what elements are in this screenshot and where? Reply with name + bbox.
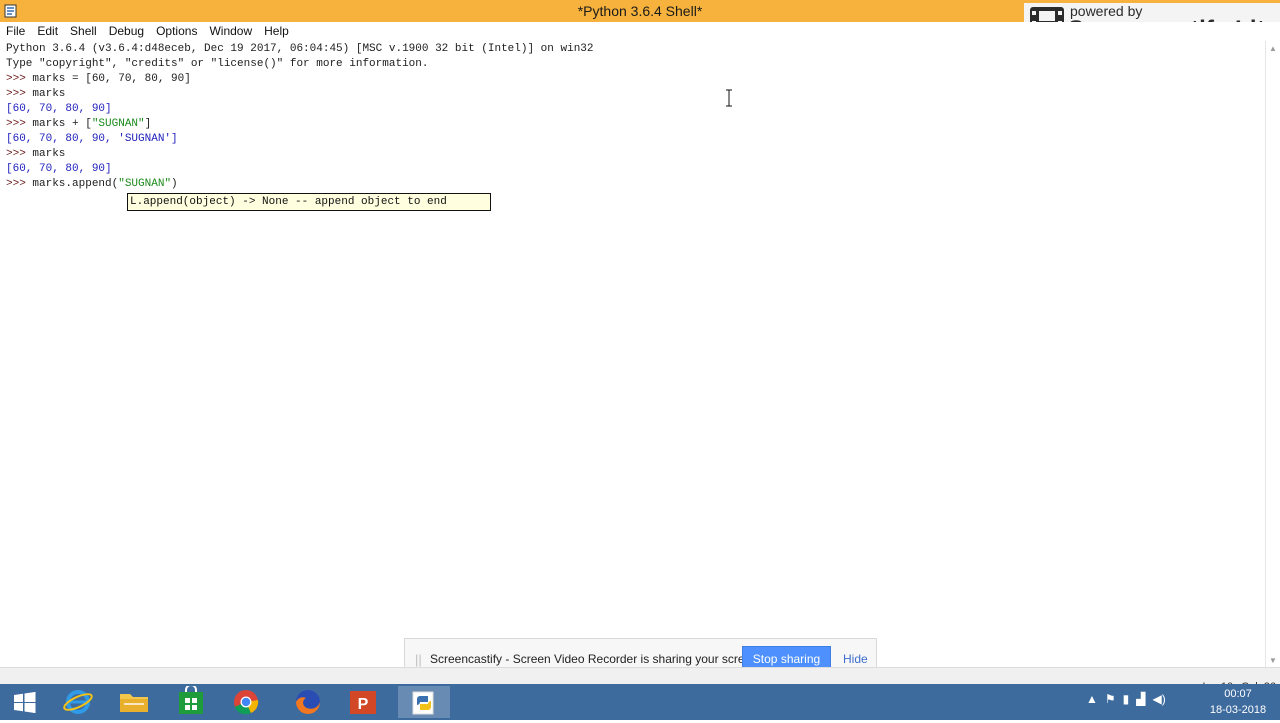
python-icon: [412, 691, 434, 715]
shell-prompt: >>>: [6, 118, 33, 130]
shell-text: ): [171, 178, 178, 190]
shell-line: Type "copyright", "credits" or "license(…: [6, 57, 428, 72]
windows-logo-icon: [14, 691, 36, 714]
firefox-icon: [296, 690, 320, 714]
taskbar-firefox[interactable]: [282, 686, 334, 718]
system-tray: ▲ ⚑ ▮ ▟ ◀): [1086, 692, 1166, 712]
shell-line: Python 3.6.4 (v3.6.4:d48eceb, Dec 19 201…: [6, 42, 594, 57]
scroll-down-icon[interactable]: ▼: [1269, 656, 1277, 665]
menu-options[interactable]: Options: [150, 22, 203, 41]
shell-text: Type "copyright", "credits" or "license(…: [6, 58, 429, 70]
menu-bar: File Edit Shell Debug Options Window Hel…: [0, 22, 1280, 41]
shell-prompt: >>>: [6, 73, 33, 85]
shell-text: "SUGNAN": [91, 118, 145, 130]
internet-explorer-icon: [63, 690, 93, 714]
shell-line: [60, 70, 80, 90]: [6, 162, 112, 177]
clock-time: 00:07: [1224, 688, 1252, 700]
shell-text: marks = [60, 70, 80, 90]: [32, 73, 191, 85]
shell-line: >>> marks: [6, 87, 65, 102]
shell-text: [60, 70, 80, 90]: [6, 103, 112, 115]
flag-icon[interactable]: ⚑: [1105, 692, 1116, 712]
shell-prompt: >>>: [6, 88, 33, 100]
taskbar-powerpoint[interactable]: P: [338, 686, 390, 718]
menu-file[interactable]: File: [0, 22, 31, 41]
shell-line: >>> marks.append("SUGNAN"): [6, 177, 178, 192]
powerpoint-icon: P: [350, 691, 376, 714]
shell-line: [60, 70, 80, 90, 'SUGNAN']: [6, 132, 178, 147]
shell-line: >>> marks: [6, 147, 65, 162]
shell-line: >>> marks + ["SUGNAN"]: [6, 117, 151, 132]
shell-text-area[interactable]: >>> marks.append("SUGNAN") [60, 70, 80, 9…: [0, 41, 1265, 667]
shell-prompt: >>>: [6, 178, 33, 190]
menu-edit[interactable]: Edit: [31, 22, 64, 41]
start-button[interactable]: [0, 686, 52, 718]
sharing-message: Screencastify - Screen Video Recorder is…: [430, 652, 762, 666]
taskbar-internet-explorer[interactable]: [52, 686, 104, 718]
store-icon: [179, 684, 203, 714]
chrome-icon: [234, 690, 259, 715]
menu-help[interactable]: Help: [258, 22, 295, 41]
shell-text: Python 3.6.4 (v3.6.4:d48eceb, Dec 19 201…: [6, 43, 594, 55]
svg-text:P: P: [358, 696, 369, 713]
clock-date: 18-03-2018: [1209, 704, 1267, 716]
shell-text: [60, 70, 80, 90]: [6, 163, 112, 175]
menu-window[interactable]: Window: [203, 22, 258, 41]
shell-prompt: >>>: [6, 148, 33, 160]
taskbar: P ▲ ⚑ ▮ ▟ ◀) 00:07 18-03-2018: [0, 684, 1280, 720]
shell-text: marks: [32, 148, 66, 160]
volume-icon[interactable]: ◀): [1153, 692, 1166, 712]
show-hidden-icons-icon[interactable]: ▲: [1086, 692, 1098, 712]
menu-shell[interactable]: Shell: [64, 22, 103, 41]
taskbar-clock[interactable]: 00:07 18-03-2018: [1208, 686, 1268, 718]
shell-text: "SUGNAN": [118, 178, 172, 190]
status-bar: Ln: 10Col: 26: [0, 667, 1280, 693]
vertical-scrollbar[interactable]: ▲ ▼: [1265, 41, 1280, 667]
text-cursor-icon: [726, 89, 732, 107]
shell-text: marks + [: [32, 118, 92, 130]
taskbar-store[interactable]: [165, 684, 217, 718]
hide-link[interactable]: Hide: [843, 652, 868, 666]
network-icon[interactable]: ▟: [1136, 692, 1145, 712]
scroll-up-icon[interactable]: ▲: [1269, 44, 1277, 53]
shell-text: marks: [32, 88, 66, 100]
shell-text: marks.append(: [32, 178, 119, 190]
taskbar-file-explorer[interactable]: [108, 686, 160, 718]
menu-debug[interactable]: Debug: [103, 22, 150, 41]
battery-icon[interactable]: ▮: [1123, 692, 1130, 712]
shell-text: ]: [144, 118, 152, 130]
taskbar-chrome[interactable]: [220, 686, 272, 718]
folder-icon: [120, 694, 148, 712]
shell-line: >>> marks = [60, 70, 80, 90]: [6, 72, 191, 87]
shell-line: [60, 70, 80, 90]: [6, 102, 112, 117]
shell-text: [60, 70, 80, 90, 'SUGNAN']: [6, 133, 178, 145]
calltip: L.append(object) -> None -- append objec…: [127, 193, 491, 211]
drag-handle-icon[interactable]: ||: [415, 652, 422, 667]
taskbar-python-idle[interactable]: [398, 686, 450, 718]
